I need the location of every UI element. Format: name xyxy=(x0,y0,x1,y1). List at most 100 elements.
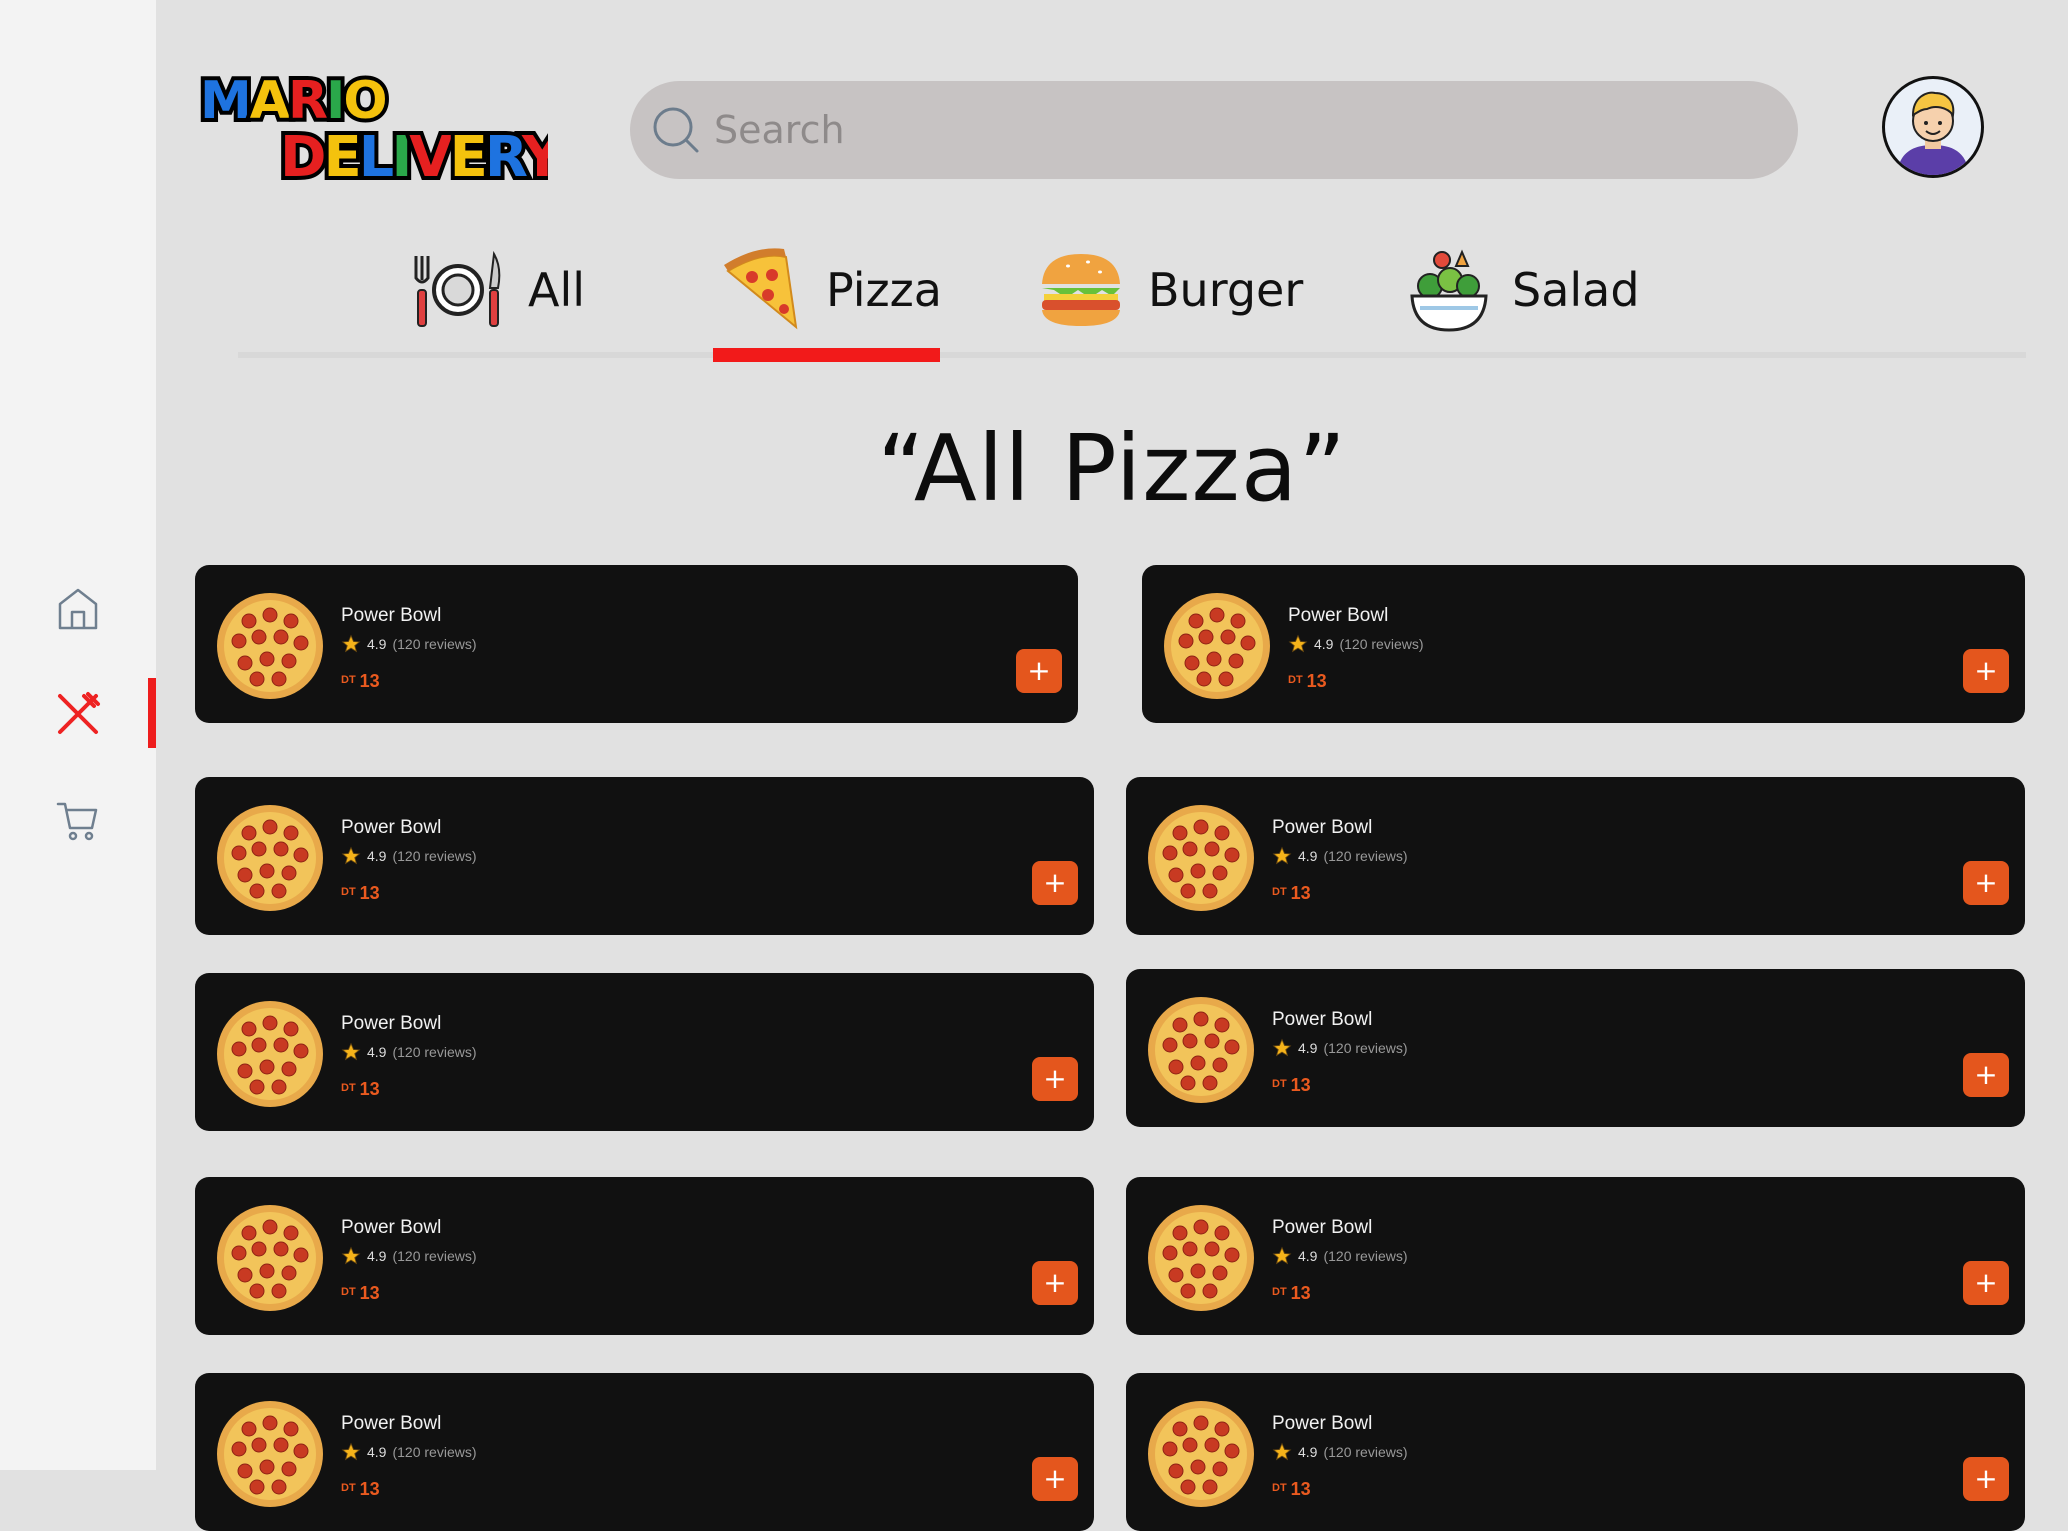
price-amount: 13 xyxy=(1290,1283,1311,1303)
price-currency: DT xyxy=(1272,886,1287,898)
add-to-cart-button[interactable]: + xyxy=(1963,861,2009,905)
add-to-cart-button[interactable]: + xyxy=(1032,1261,1078,1305)
product-rating: 4.9 (120 reviews) xyxy=(341,1042,477,1062)
pizza-image xyxy=(1148,1205,1254,1311)
search-bar[interactable] xyxy=(630,81,1798,179)
add-to-cart-button[interactable]: + xyxy=(1963,1261,2009,1305)
pizza-image xyxy=(1148,1401,1254,1507)
product-rating: 4.9 (120 reviews) xyxy=(1272,1442,1408,1462)
review-count: (120 reviews) xyxy=(1323,1444,1408,1460)
product-card-5[interactable]: Power Bowl 4.9 (120 reviews) DT 13 + xyxy=(195,973,1094,1131)
cutlery-icon[interactable] xyxy=(50,686,106,742)
rating-value: 4.9 xyxy=(1314,636,1334,652)
price-amount: 13 xyxy=(359,1479,380,1499)
cart-icon[interactable] xyxy=(50,792,106,848)
product-card-6[interactable]: Power Bowl 4.9 (120 reviews) DT 13 + xyxy=(1126,969,2025,1127)
avatar[interactable] xyxy=(1882,76,1984,178)
price-currency: DT xyxy=(1272,1078,1287,1090)
product-card-1[interactable]: Power Bowl 4.9 (120 reviews) DT 13 + xyxy=(195,565,1078,723)
product-name: Power Bowl xyxy=(341,1013,442,1034)
review-count: (120 reviews) xyxy=(1323,848,1408,864)
product-card-4[interactable]: Power Bowl 4.9 (120 reviews) DT 13 + xyxy=(1126,777,2025,935)
tab-all[interactable]: All xyxy=(412,240,585,340)
product-rating: 4.9 (120 reviews) xyxy=(1272,1038,1408,1058)
star-icon xyxy=(341,1042,361,1061)
add-to-cart-button[interactable]: + xyxy=(1963,1053,2009,1097)
burger-icon xyxy=(1042,254,1120,326)
review-count: (120 reviews) xyxy=(392,636,477,652)
tab-pizza[interactable]: Pizza xyxy=(722,240,942,340)
star-icon xyxy=(341,634,361,653)
product-card-7[interactable]: Power Bowl 4.9 (120 reviews) DT 13 + xyxy=(195,1177,1094,1335)
product-price: DT 13 xyxy=(341,671,380,692)
add-to-cart-button[interactable]: + xyxy=(1963,1457,2009,1501)
add-to-cart-button[interactable]: + xyxy=(1032,1457,1078,1501)
product-rating: 4.9 (120 reviews) xyxy=(341,1246,477,1266)
rating-value: 4.9 xyxy=(1298,1248,1318,1264)
rating-value: 4.9 xyxy=(367,636,387,652)
price-amount: 13 xyxy=(1290,883,1311,903)
product-card-10[interactable]: Power Bowl 4.9 (120 reviews) DT 13 + xyxy=(1126,1373,2025,1531)
product-rating: 4.9 (120 reviews) xyxy=(1288,634,1424,654)
active-tab-underline xyxy=(713,348,940,362)
page-title: “All Pizza” xyxy=(877,415,1347,522)
price-currency: DT xyxy=(341,1082,356,1094)
product-rating: 4.9 (120 reviews) xyxy=(341,1442,477,1462)
tab-pizza-label: Pizza xyxy=(826,263,942,317)
star-icon xyxy=(341,846,361,865)
pizza-image xyxy=(217,1001,323,1107)
sidebar xyxy=(0,0,156,1470)
star-icon xyxy=(1288,634,1308,653)
review-count: (120 reviews) xyxy=(392,848,477,864)
product-name: Power Bowl xyxy=(1288,605,1389,626)
add-to-cart-button[interactable]: + xyxy=(1016,649,1062,693)
rating-value: 4.9 xyxy=(1298,1444,1318,1460)
product-price: DT 13 xyxy=(341,883,380,904)
rating-value: 4.9 xyxy=(367,1248,387,1264)
product-card-3[interactable]: Power Bowl 4.9 (120 reviews) DT 13 + xyxy=(195,777,1094,935)
home-icon[interactable] xyxy=(50,581,106,637)
tab-salad[interactable]: Salad xyxy=(1410,240,1640,340)
star-icon xyxy=(1272,1442,1292,1461)
add-to-cart-button[interactable]: + xyxy=(1032,861,1078,905)
review-count: (120 reviews) xyxy=(1323,1248,1408,1264)
add-to-cart-button[interactable]: + xyxy=(1963,649,2009,693)
tabs-divider xyxy=(238,352,2026,358)
add-to-cart-button[interactable]: + xyxy=(1032,1057,1078,1101)
product-rating: 4.9 (120 reviews) xyxy=(1272,1246,1408,1266)
svg-text:MARIO: MARIO xyxy=(200,71,386,131)
search-icon xyxy=(653,107,699,153)
price-amount: 13 xyxy=(359,883,380,903)
rating-value: 4.9 xyxy=(367,1044,387,1060)
product-name: Power Bowl xyxy=(1272,1217,1373,1238)
plate-cutlery-icon xyxy=(414,250,501,327)
product-card-2[interactable]: Power Bowl 4.9 (120 reviews) DT 13 + xyxy=(1142,565,2025,723)
product-price: DT 13 xyxy=(1272,1479,1311,1500)
price-amount: 13 xyxy=(359,1079,380,1099)
pizza-image xyxy=(1164,593,1270,699)
star-icon xyxy=(341,1442,361,1461)
price-currency: DT xyxy=(1272,1482,1287,1494)
review-count: (120 reviews) xyxy=(1339,636,1424,652)
logo[interactable]: MARIO DELIVERY xyxy=(196,64,571,194)
review-count: (120 reviews) xyxy=(392,1248,477,1264)
product-card-9[interactable]: Power Bowl 4.9 (120 reviews) DT 13 + xyxy=(195,1373,1094,1531)
star-icon xyxy=(1272,1246,1292,1265)
price-amount: 13 xyxy=(359,671,380,691)
price-currency: DT xyxy=(341,1286,356,1298)
product-name: Power Bowl xyxy=(341,817,442,838)
product-rating: 4.9 (120 reviews) xyxy=(1272,846,1408,866)
review-count: (120 reviews) xyxy=(392,1444,477,1460)
pizza-image xyxy=(217,1205,323,1311)
sidebar-active-indicator xyxy=(148,678,156,748)
price-currency: DT xyxy=(1272,1286,1287,1298)
pizza-slice-icon xyxy=(724,248,798,330)
price-currency: DT xyxy=(341,674,356,686)
tab-burger[interactable]: Burger xyxy=(1038,240,1303,340)
star-icon xyxy=(1272,846,1292,865)
product-name: Power Bowl xyxy=(341,605,442,626)
product-card-8[interactable]: Power Bowl 4.9 (120 reviews) DT 13 + xyxy=(1126,1177,2025,1335)
review-count: (120 reviews) xyxy=(392,1044,477,1060)
product-rating: 4.9 (120 reviews) xyxy=(341,634,477,654)
search-input[interactable] xyxy=(712,107,1798,153)
